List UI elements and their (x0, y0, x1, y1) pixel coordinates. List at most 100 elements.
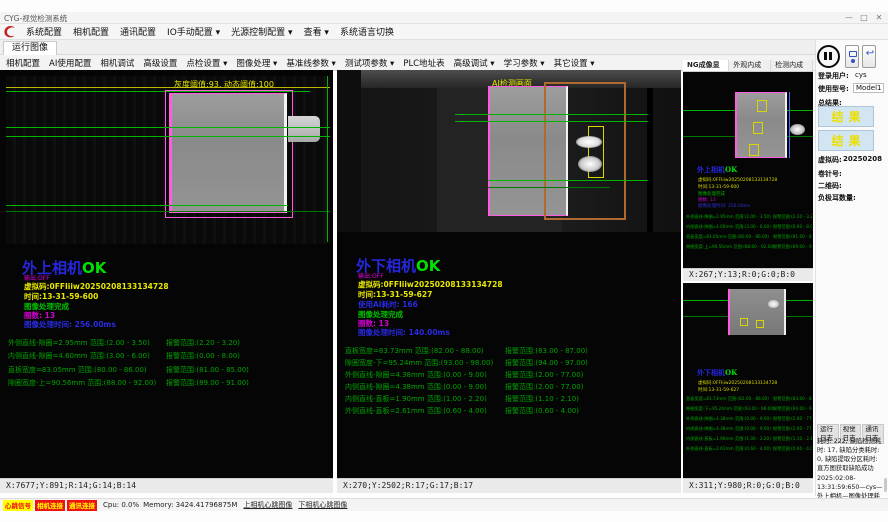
measurement-text: 外侧直线-直板=2.61mm 范围:(0.60 - 4.00) (686, 446, 771, 451)
alarm-text: 报警范围:(2.00 - 77.00) (505, 382, 583, 392)
measurement-text: 隙圈宽度-下=95.24mm 范围:(93.00 - 98.00) (686, 406, 775, 411)
link-bottom-camera-heartbeat[interactable]: 下相机心跳图像 (298, 500, 347, 510)
app-window: CYG-视觉检测系统 — □ ✕ 系统配置 相机配置 通讯配置 IO手动配置 ▾… (0, 0, 888, 522)
toolbar-camera-config[interactable]: 相机配置 (6, 57, 40, 69)
middle-measurement-row: 外侧直线-直板=2.61mm 范围:(0.60 - 4.00)报警范围:(0.6… (345, 406, 675, 416)
alarm-text: 报警范围:(1.10 - 2.10) (505, 394, 579, 404)
gripper-part (288, 116, 320, 142)
tab-count-label: 负极耳数量: (818, 193, 856, 203)
measurement-text: 直板宽度=83.05mm 范围:(80.00 - 86.00) (686, 234, 769, 239)
machine-slot (647, 88, 653, 232)
result-box-bottom: 结果 (818, 130, 874, 151)
status-bar: 心跳信号 相机连接 通讯连接 Cpu: 0.0% Memory: 3424.41… (0, 498, 888, 511)
pause-icon (829, 52, 832, 60)
menu-item-io-config[interactable]: IO手动配置 ▾ (167, 25, 220, 38)
measurement-text: 内侧直线-隙圈=4.38mm 范围:(0.00 - 9.00) (345, 383, 487, 391)
left-measurement-row: 内侧直线-隙圈=4.60mm 范围:(3.00 - 6.00)报警范围:(0.0… (8, 351, 338, 361)
yellow-reference-line (6, 87, 330, 88)
return-arrow-icon: ↩ (863, 48, 877, 59)
measure-line-4 (6, 211, 330, 212)
measurement-text: 内侧直线-直板=1.90mm 范围:(1.00 - 2.20) (686, 436, 771, 441)
mini-barcode: 虚拟码:0FFIiiw20250208133134728 (698, 177, 777, 183)
mini-camera-name: 外上相机 (697, 165, 725, 174)
tab-detect-image[interactable]: 检测内成图 (771, 60, 813, 71)
model-value-box[interactable]: Model1 (853, 83, 884, 93)
middle-measurement-row: 内侧直线-直板=1.90mm 范围:(1.00 - 2.20) 报警范围:(1.1… (345, 394, 675, 404)
measurement-text: 外侧直线-隙圈=2.95mm 范围:(2.00 - 3.50) (686, 214, 771, 219)
mini-process-time: 图像处理时间: 256.00ms (698, 203, 750, 209)
blue-guide-line (789, 92, 790, 158)
alarm-text: 报警范围:(0.60 - 4.00) (505, 406, 579, 416)
log-line: 耗时: 222, 缺陷检测耗时: 17, 缺陷分类耗时: 0, 缺陷提取分区耗时… (817, 437, 883, 464)
reset-view-button[interactable]: ↩ (862, 45, 876, 68)
small-top-pixel-readout: X:267;Y:13;R:0;G:0;B:0 (683, 268, 813, 281)
alarm-text: 报警范围:(83.00 - 87.00) (505, 346, 588, 356)
annotation-box (749, 144, 759, 156)
measurement-text: 内侧直线-直板=1.90mm 范围:(1.00 - 2.20) (345, 395, 487, 403)
measurement-text: 直板宽度=83.73mm 范围:(82.00 - 88.00) (345, 347, 484, 355)
green-edge-line (327, 76, 328, 242)
toolbar-learning-params[interactable]: 学习参数 ▾ (504, 57, 545, 69)
close-icon[interactable]: ✕ (872, 12, 886, 23)
toolbar-other-settings[interactable]: 其它设置 ▾ (554, 57, 595, 69)
mini-time: 时间:13-31-59-627 (698, 387, 739, 393)
mini-measurement-row: 直板宽度=83.73mm 范围:(82.00 - 88.00)报警范围:(83.… (686, 396, 812, 402)
annotation-box (757, 100, 767, 112)
toolbar-advanced-settings[interactable]: 高级设置 (143, 57, 177, 69)
pause-icon (824, 52, 827, 60)
alarm-text: 报警范围:(1.10 - 2.10) (773, 436, 812, 442)
toolbar-advanced-debug[interactable]: 高级调试 ▾ (454, 57, 495, 69)
app-logo-icon (3, 25, 18, 39)
alarm-text: 报警范围:(81.00 - 85.00) (773, 234, 812, 240)
menu-item-comm-config[interactable]: 通讯配置 (120, 25, 156, 38)
maximize-icon[interactable]: □ (857, 12, 871, 23)
camera-capture-button[interactable] (845, 45, 859, 68)
menu-item-light-config[interactable]: 光源控制配置 ▾ (231, 25, 292, 38)
toolbar-ai-config[interactable]: AI使用配置 (49, 57, 91, 69)
menu-item-system-config[interactable]: 系统配置 (26, 25, 62, 38)
tab-ng-image[interactable]: NG成像显示 (683, 60, 729, 71)
middle-measurement-row: 直板宽度=83.73mm 范围:(82.00 - 88.00) 报警范围:(83.… (345, 346, 675, 356)
mini-measurement-row: 内侧直线-直板=1.90mm 范围:(1.00 - 2.20)报警范围:(1.1… (686, 436, 812, 442)
measurement-text: 隙圈宽度-上=90.56mm 范围:(88.00 - 92.00) (686, 244, 775, 249)
annotation-box (756, 320, 764, 328)
measurement-text: 外侧直线-隙圈=2.95mm 范围:(2.00 - 3.50) (8, 339, 150, 347)
heartbeat-status-badge: 心跳信号 (3, 500, 33, 511)
vcode-value: 20250208 (843, 155, 882, 163)
tab-run-image[interactable]: 运行图像 (3, 41, 57, 55)
pause-button[interactable] (817, 45, 840, 68)
left-measurement-row: 外侧直线-隙圈=2.95mm 范围:(2.00 - 3.50)报警范围:(2.2… (8, 338, 338, 348)
toolbar-plc-address[interactable]: PLC地址表 (403, 57, 444, 69)
toolbar-test-params[interactable]: 测试项参数 ▾ (345, 57, 394, 69)
toolbar-camera-debug[interactable]: 相机调试 (100, 57, 134, 69)
toolbar-image-processing[interactable]: 图像处理 ▾ (236, 57, 277, 69)
alarm-text: 报警范围:(89.00 - 91.00) (166, 378, 249, 388)
log-line: 直方图获取缺陷成功 (817, 464, 883, 473)
alarm-text: 报警范围:(94.00 - 97.00) (505, 358, 588, 368)
annotation-box (753, 122, 763, 134)
mini-measurement-row: 外侧直线-隙圈=4.38mm 范围:(0.00 - 9.00)报警范围:(2.0… (686, 416, 812, 422)
menu-item-view[interactable]: 查看 ▾ (304, 25, 329, 38)
middle-measurement-row: 外侧直线-隙圈=4.38mm 范围:(0.00 - 9.00)报警范围:(2.0… (345, 370, 675, 380)
small-bottom-pixel-readout: X:311;Y:980;R:0;G:0;B:0 (683, 478, 813, 493)
link-top-camera-heartbeat[interactable]: 上相机心跳图像 (243, 500, 292, 510)
middle-pixel-readout: X:270;Y:2502;R:17;G:17;B:17 (337, 478, 681, 493)
model-label: 使用型号: (818, 84, 849, 94)
toolbar-spotcheck-settings[interactable]: 点检设置 ▾ (186, 57, 227, 69)
menu-item-camera-config[interactable]: 相机配置 (73, 25, 109, 38)
login-user-value: cys (855, 71, 867, 79)
tab-outer-image[interactable]: 外观内成图 (729, 60, 771, 71)
toolbar-baseline-params[interactable]: 基准线参数 ▾ (286, 57, 335, 69)
measurement-text: 直板宽度=83.05mm 范围:(80.00 - 86.00) (8, 366, 147, 374)
minimize-icon[interactable]: — (842, 12, 856, 23)
reflection-highlight (576, 136, 602, 148)
left-process-time: 图像处理时间: 256.00ms (24, 319, 116, 330)
left-measurement-row: 直板宽度=83.05mm 范围:(80.00 - 86.00)报警范围:(81.… (8, 365, 338, 375)
menu-item-language[interactable]: 系统语言切换 (340, 25, 394, 38)
middle-measurement-row: 隙圈宽度-下=95.24mm 范围:(93.00 - 98.00)报警范围:(9… (345, 358, 675, 368)
left-status-ok: OK (82, 259, 106, 277)
ai-detect-box (544, 82, 626, 220)
comm-connect-badge: 通讯连接 (67, 500, 97, 511)
log-scrollbar[interactable] (884, 478, 887, 492)
mini-time: 时间:13-31-59-600 (698, 184, 739, 190)
